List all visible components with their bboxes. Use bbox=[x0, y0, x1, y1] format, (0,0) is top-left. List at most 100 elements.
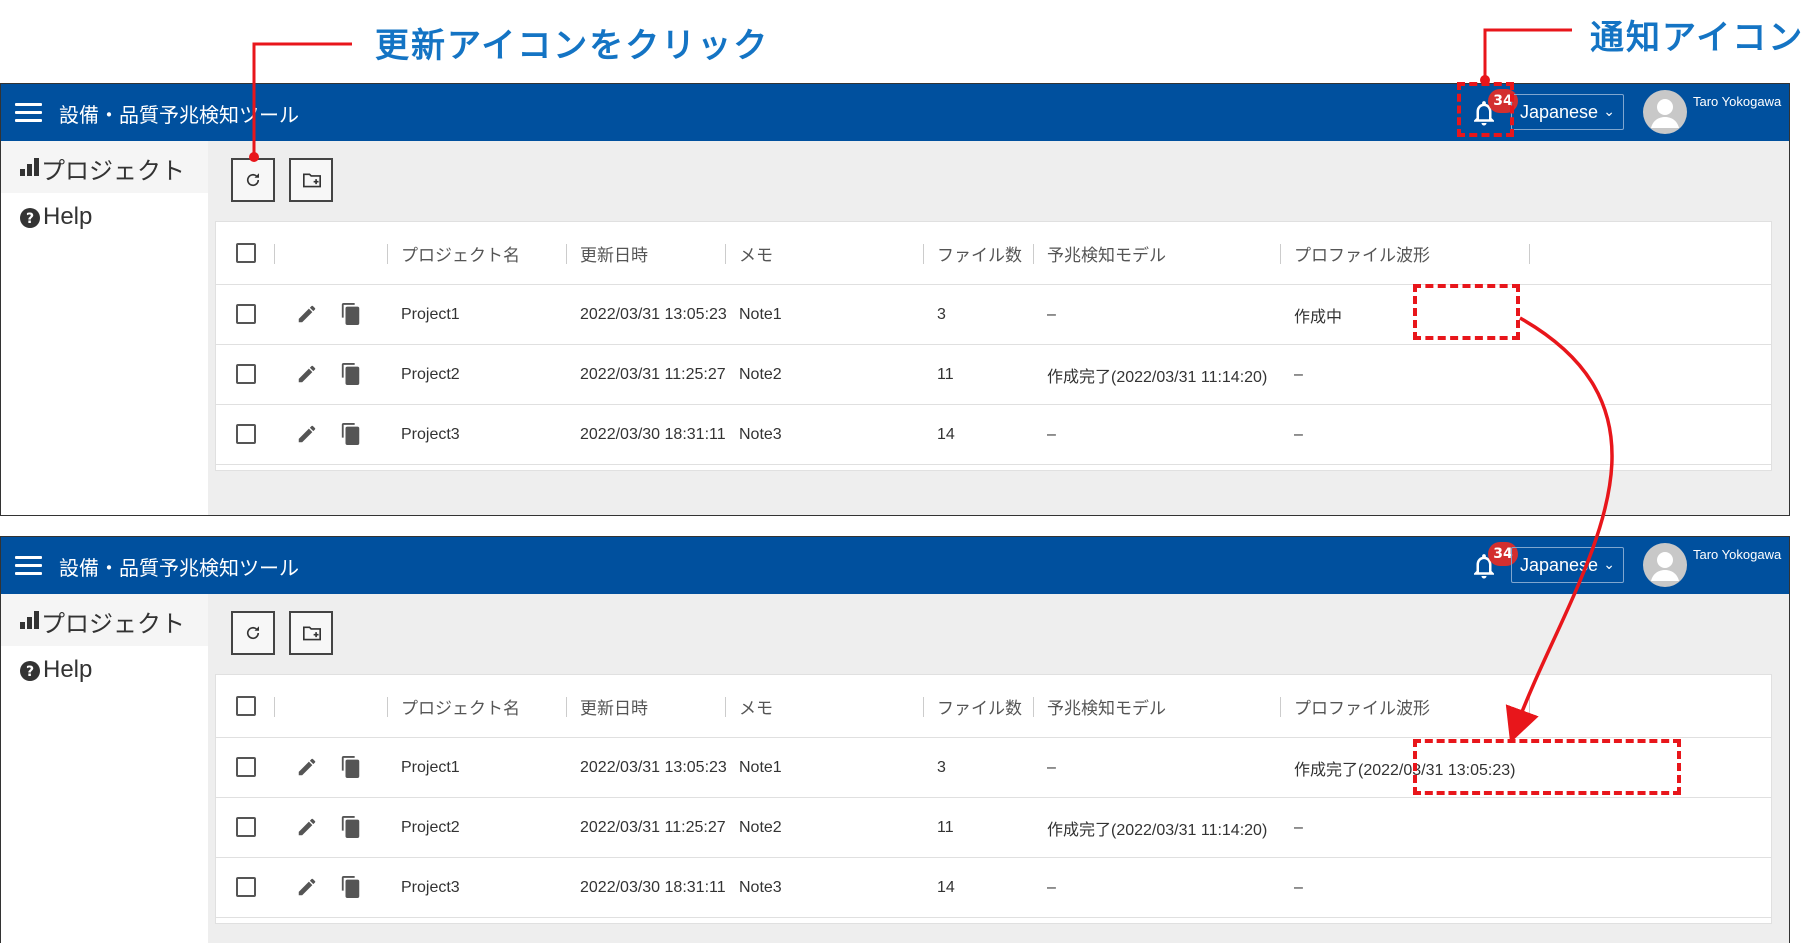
language-select[interactable]: Japanese ⌄ bbox=[1511, 94, 1624, 130]
menu-icon[interactable] bbox=[15, 103, 42, 123]
sidebar-item-project[interactable]: プロジェクト bbox=[1, 594, 208, 646]
file-count: 14 bbox=[937, 878, 955, 896]
screen-after: 設備・品質予兆検知ツール 34 Japanese ⌄ Taro Yokogawa… bbox=[0, 536, 1790, 943]
model-status: – bbox=[1047, 425, 1056, 443]
project-table: プロジェクト名 更新日時 メモ ファイル数 予兆検知モデル プロファイル波形 P… bbox=[215, 221, 1772, 471]
sidebar-item-project[interactable]: プロジェクト bbox=[1, 141, 208, 193]
row-checkbox[interactable] bbox=[236, 304, 256, 324]
svg-text:?: ? bbox=[26, 664, 34, 680]
project-name: Project2 bbox=[401, 818, 460, 836]
memo: Note2 bbox=[739, 365, 782, 383]
copy-icon[interactable] bbox=[340, 422, 362, 446]
memo: Note2 bbox=[739, 818, 782, 836]
profile-status: – bbox=[1294, 365, 1303, 383]
column-header[interactable]: メモ bbox=[739, 675, 773, 737]
refresh-button[interactable] bbox=[231, 158, 275, 202]
svg-text:?: ? bbox=[26, 211, 34, 227]
row-checkbox[interactable] bbox=[236, 424, 256, 444]
app-bar: 設備・品質予兆検知ツール 34 Japanese ⌄ Taro Yokogawa bbox=[1, 84, 1789, 141]
help-icon: ? bbox=[20, 208, 40, 228]
column-header[interactable]: ファイル数 bbox=[937, 222, 1022, 284]
copy-icon[interactable] bbox=[340, 755, 362, 779]
column-header[interactable]: プロジェクト名 bbox=[401, 222, 520, 284]
row-checkbox[interactable] bbox=[236, 757, 256, 777]
table-row[interactable]: Project3 2022/03/30 18:31:11 Note3 14 – … bbox=[216, 858, 1771, 918]
file-count: 3 bbox=[937, 758, 946, 776]
column-header[interactable]: プロファイル波形 bbox=[1294, 675, 1430, 737]
project-name: Project3 bbox=[401, 878, 460, 896]
file-count: 3 bbox=[937, 305, 946, 323]
project-name: Project3 bbox=[401, 425, 460, 443]
create-folder-button[interactable] bbox=[289, 611, 333, 655]
table-row[interactable]: Project2 2022/03/31 11:25:27 Note2 11 作成… bbox=[216, 798, 1771, 858]
row-checkbox[interactable] bbox=[236, 364, 256, 384]
file-count: 11 bbox=[937, 818, 954, 836]
profile-status: – bbox=[1294, 878, 1303, 896]
notification-callout-label: 通知アイコン bbox=[1590, 18, 1805, 58]
column-header[interactable]: 予兆検知モデル bbox=[1047, 675, 1166, 737]
project-name: Project1 bbox=[401, 758, 460, 776]
profile-status: 作成完了(2022/03/31 13:05:23) bbox=[1294, 761, 1516, 779]
sidebar-item-help[interactable]: ? Help bbox=[1, 193, 208, 245]
select-all-checkbox[interactable] bbox=[236, 243, 256, 263]
row-checkbox[interactable] bbox=[236, 877, 256, 897]
memo: Note1 bbox=[739, 305, 782, 323]
memo: Note3 bbox=[739, 878, 782, 896]
annotated-screenshot: 更新アイコンをクリック 通知アイコン 設備・品質予兆検知ツール 34 Japan… bbox=[0, 0, 1806, 943]
edit-icon[interactable] bbox=[296, 876, 318, 898]
column-header[interactable]: プロファイル波形 bbox=[1294, 222, 1430, 284]
language-select[interactable]: Japanese ⌄ bbox=[1511, 547, 1624, 583]
app-title: 設備・品質予兆検知ツール bbox=[59, 103, 299, 127]
edit-icon[interactable] bbox=[296, 816, 318, 838]
updated-at: 2022/03/31 11:25:27 bbox=[580, 818, 726, 836]
refresh-button[interactable] bbox=[231, 611, 275, 655]
column-header[interactable]: メモ bbox=[739, 222, 773, 284]
menu-icon[interactable] bbox=[15, 556, 42, 576]
edit-icon[interactable] bbox=[296, 423, 318, 445]
avatar[interactable] bbox=[1643, 90, 1687, 134]
select-all-checkbox[interactable] bbox=[236, 696, 256, 716]
copy-icon[interactable] bbox=[340, 815, 362, 839]
chevron-down-icon: ⌄ bbox=[1603, 556, 1615, 572]
refresh-callout-label: 更新アイコンをクリック bbox=[375, 26, 770, 66]
edit-icon[interactable] bbox=[296, 363, 318, 385]
create-folder-button[interactable] bbox=[289, 158, 333, 202]
column-header[interactable]: ファイル数 bbox=[937, 675, 1022, 737]
app-bar: 設備・品質予兆検知ツール 34 Japanese ⌄ Taro Yokogawa bbox=[1, 537, 1789, 594]
language-value: Japanese bbox=[1520, 102, 1599, 122]
project-table: プロジェクト名 更新日時 メモ ファイル数 予兆検知モデル プロファイル波形 P… bbox=[215, 674, 1772, 924]
copy-icon[interactable] bbox=[340, 362, 362, 386]
user-name: Taro Yokogawa bbox=[1693, 94, 1782, 109]
updated-at: 2022/03/31 11:25:27 bbox=[580, 365, 726, 383]
table-row[interactable]: Project1 2022/03/31 13:05:23 Note1 3 – 作… bbox=[216, 285, 1771, 345]
avatar[interactable] bbox=[1643, 543, 1687, 587]
column-header[interactable]: 予兆検知モデル bbox=[1047, 222, 1166, 284]
column-header[interactable]: 更新日時 bbox=[580, 675, 648, 737]
copy-icon[interactable] bbox=[340, 302, 362, 326]
sidebar: プロジェクト ? Help bbox=[1, 141, 208, 515]
column-header[interactable]: プロジェクト名 bbox=[401, 675, 520, 737]
model-status: – bbox=[1047, 758, 1056, 776]
updated-at: 2022/03/30 18:31:11 bbox=[580, 878, 726, 896]
column-header[interactable]: 更新日時 bbox=[580, 222, 648, 284]
row-checkbox[interactable] bbox=[236, 817, 256, 837]
table-row[interactable]: Project2 2022/03/31 11:25:27 Note2 11 作成… bbox=[216, 345, 1771, 405]
sidebar-item-label: Help bbox=[43, 656, 93, 683]
profile-status: – bbox=[1294, 425, 1303, 443]
edit-icon[interactable] bbox=[296, 756, 318, 778]
chevron-down-icon: ⌄ bbox=[1603, 103, 1615, 119]
table-row[interactable]: Project1 2022/03/31 13:05:23 Note1 3 – 作… bbox=[216, 738, 1771, 798]
updated-at: 2022/03/31 13:05:23 bbox=[580, 758, 727, 776]
updated-at: 2022/03/30 18:31:11 bbox=[580, 425, 726, 443]
project-name: Project2 bbox=[401, 365, 460, 383]
sidebar-item-help[interactable]: ? Help bbox=[1, 646, 208, 698]
edit-icon[interactable] bbox=[296, 303, 318, 325]
sidebar-item-label: プロジェクト bbox=[41, 158, 185, 185]
table-row[interactable]: Project3 2022/03/30 18:31:11 Note3 14 – … bbox=[216, 405, 1771, 465]
copy-icon[interactable] bbox=[340, 875, 362, 899]
main-content: プロジェクト名 更新日時 メモ ファイル数 予兆検知モデル プロファイル波形 P… bbox=[208, 594, 1789, 943]
bar-chart-icon bbox=[20, 611, 39, 629]
file-count: 14 bbox=[937, 425, 955, 443]
main-content: プロジェクト名 更新日時 メモ ファイル数 予兆検知モデル プロファイル波形 P… bbox=[208, 141, 1789, 515]
sidebar-item-label: Help bbox=[43, 203, 93, 230]
